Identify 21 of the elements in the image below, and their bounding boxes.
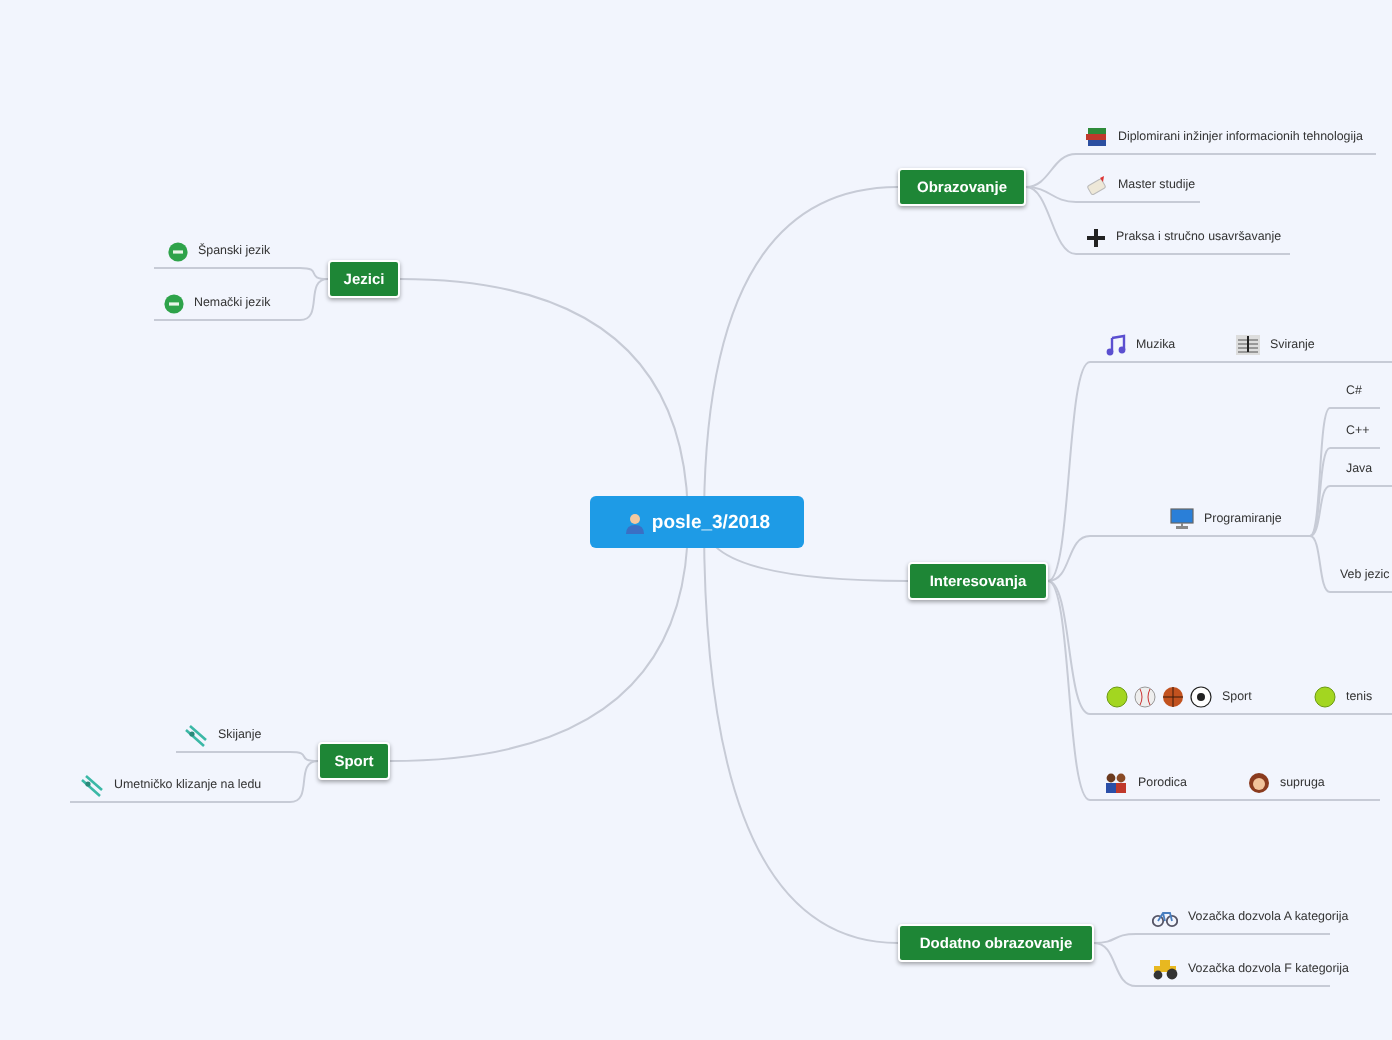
bicycle-icon	[1152, 907, 1178, 927]
tractor-icon	[1152, 958, 1178, 980]
scroll-icon	[1086, 174, 1108, 196]
woman-icon	[1248, 771, 1270, 795]
sheet-music-icon	[1236, 334, 1260, 356]
baseball-icon	[1134, 686, 1156, 708]
family-icon	[1104, 772, 1128, 794]
language-badge-icon	[168, 241, 188, 261]
skier-icon	[80, 773, 104, 797]
soccer-ball-icon	[1190, 686, 1212, 708]
plus-icon	[1086, 227, 1106, 247]
tennis-ball-icon	[1106, 686, 1128, 708]
books-icon	[1086, 126, 1108, 148]
skier-icon	[184, 723, 208, 747]
person-icon	[623, 511, 646, 533]
music-note-icon	[1106, 334, 1126, 356]
tennis-ball-icon	[1314, 686, 1336, 708]
basketball-icon	[1162, 686, 1184, 708]
language-badge-icon	[164, 293, 184, 313]
monitor-icon	[1170, 508, 1194, 530]
central-topic[interactable]: posle_3/2018	[590, 496, 804, 548]
